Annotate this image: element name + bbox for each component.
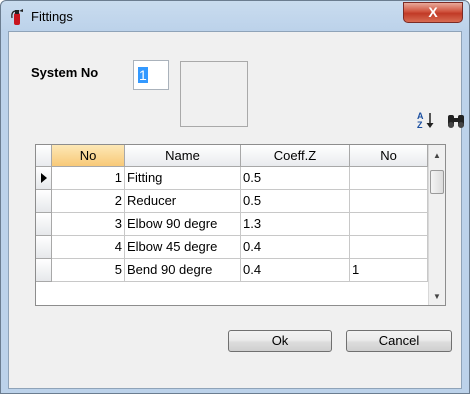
row-indicator[interactable] bbox=[36, 213, 52, 236]
row-indicator[interactable] bbox=[36, 167, 52, 190]
table-cell-name[interactable]: Bend 90 degre bbox=[125, 259, 241, 282]
row-indicator[interactable] bbox=[36, 259, 52, 282]
svg-text:Z: Z bbox=[417, 120, 423, 130]
table-cell-coeff[interactable]: 0.4 bbox=[241, 236, 350, 259]
table-cell-no[interactable]: 2 bbox=[52, 190, 125, 213]
table-cell-coeff[interactable]: 0.5 bbox=[241, 190, 350, 213]
vertical-scrollbar[interactable]: ▲ ▼ bbox=[428, 145, 445, 305]
fire-extinguisher-icon bbox=[11, 9, 23, 25]
table-cell-name[interactable]: Elbow 90 degre bbox=[125, 213, 241, 236]
ok-button[interactable]: Ok bbox=[228, 330, 332, 352]
row-indicator[interactable] bbox=[36, 190, 52, 213]
close-icon: X bbox=[428, 4, 438, 20]
row-indicator[interactable] bbox=[36, 236, 52, 259]
column-header-name[interactable]: Name bbox=[125, 145, 241, 167]
table-cell-coeff[interactable]: 1.3 bbox=[241, 213, 350, 236]
table-cell-name[interactable]: Reducer bbox=[125, 190, 241, 213]
column-header-no-2[interactable]: No bbox=[350, 145, 428, 167]
system-no-value: 1 bbox=[138, 67, 148, 83]
cancel-button[interactable]: Cancel bbox=[346, 330, 452, 352]
table-cell-coeff[interactable]: 0.5 bbox=[241, 167, 350, 190]
table-cell-no2[interactable] bbox=[350, 213, 428, 236]
column-header-no[interactable]: No bbox=[52, 145, 125, 167]
column-header-coeff-z[interactable]: Coeff.Z bbox=[241, 145, 350, 167]
table-cell-no2[interactable] bbox=[350, 190, 428, 213]
table-cell-no[interactable]: 3 bbox=[52, 213, 125, 236]
scroll-up-icon[interactable]: ▲ bbox=[429, 147, 445, 164]
table-cell-name[interactable]: Fitting bbox=[125, 167, 241, 190]
current-row-arrow-icon bbox=[41, 173, 47, 183]
grid-corner bbox=[36, 145, 52, 167]
table-cell-no[interactable]: 1 bbox=[52, 167, 125, 190]
system-no-input[interactable]: 1 bbox=[133, 60, 169, 90]
close-button[interactable]: X bbox=[403, 2, 463, 23]
table-cell-no[interactable]: 5 bbox=[52, 259, 125, 282]
window-title: Fittings bbox=[31, 9, 73, 24]
scrollbar-thumb[interactable] bbox=[430, 170, 444, 194]
preview-panel bbox=[180, 61, 248, 127]
table-cell-no2[interactable]: 1 bbox=[350, 259, 428, 282]
table-cell-no2[interactable] bbox=[350, 167, 428, 190]
table-cell-name[interactable]: Elbow 45 degre bbox=[125, 236, 241, 259]
table-cell-no2[interactable] bbox=[350, 236, 428, 259]
binoculars-icon[interactable] bbox=[446, 112, 466, 130]
table-cell-coeff[interactable]: 0.4 bbox=[241, 259, 350, 282]
title-bar[interactable]: Fittings X bbox=[1, 1, 469, 33]
scroll-down-icon[interactable]: ▼ bbox=[429, 288, 445, 305]
sort-az-icon[interactable]: A Z bbox=[416, 110, 436, 130]
table-cell-no[interactable]: 4 bbox=[52, 236, 125, 259]
system-no-label: System No bbox=[31, 65, 99, 80]
fittings-grid[interactable]: No Name Coeff.Z No 1 Fitting 0.5 2 Reduc… bbox=[35, 144, 446, 306]
